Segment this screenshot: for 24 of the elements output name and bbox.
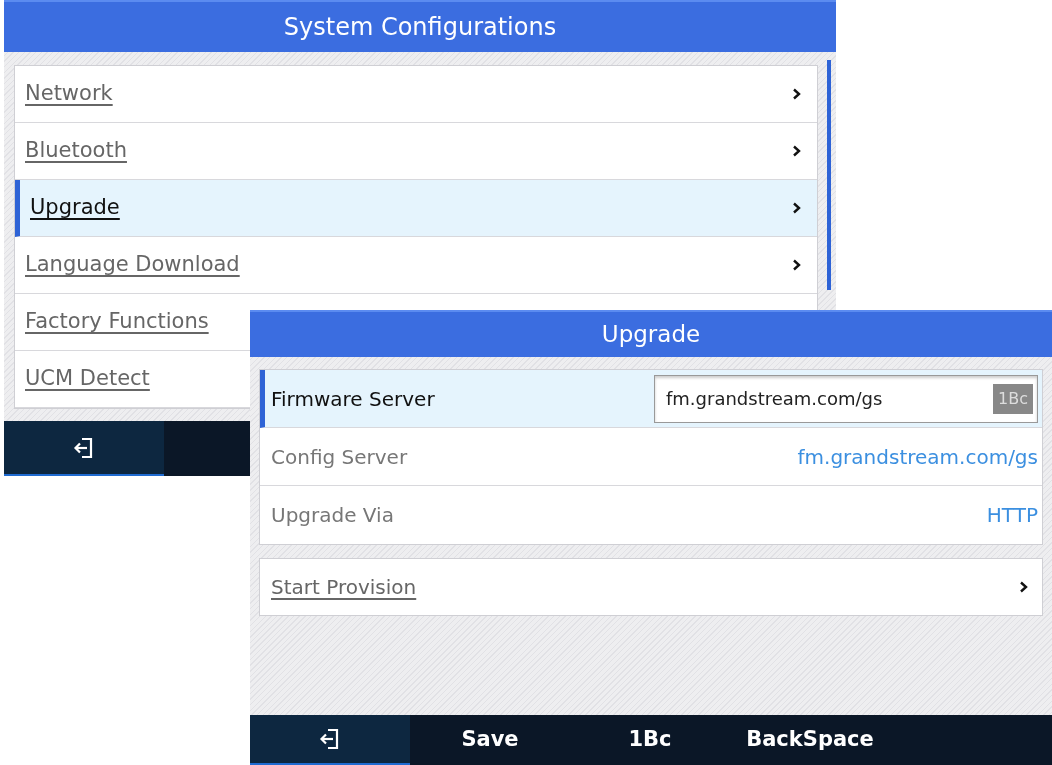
exit-icon — [73, 436, 95, 459]
input-mode-badge: 1Bc — [993, 383, 1033, 414]
menu-item[interactable]: Upgrade — [15, 180, 817, 237]
setting-row[interactable]: Firmware Server fm.grandstream.com/gs 1Bc — [260, 370, 1042, 428]
menu-item[interactable]: Network — [15, 66, 817, 123]
chevron-right-icon — [1019, 581, 1028, 593]
setting-row[interactable]: Upgrade Via HTTP — [260, 486, 1042, 544]
softkey[interactable]: 1Bc — [570, 715, 730, 765]
setting-value: fm.grandstream.com/gs — [797, 443, 1038, 471]
exit-icon — [319, 728, 341, 750]
setting-label: Config Server — [271, 443, 409, 471]
menu-item[interactable]: Start Provision — [260, 559, 1042, 615]
setting-label: Upgrade Via — [271, 502, 395, 529]
setting-label: Firmware Server — [271, 385, 436, 413]
exit-softkey[interactable] — [4, 421, 164, 476]
window-title: Upgrade — [250, 310, 1052, 357]
exit-softkey[interactable] — [250, 715, 410, 765]
softkey[interactable]: BackSpace — [730, 715, 890, 765]
window-title: System Configurations — [4, 0, 836, 52]
input-field[interactable]: fm.grandstream.com/gs 1Bc — [654, 374, 1038, 423]
setting-value: HTTP — [986, 502, 1038, 529]
setting-row[interactable]: Config Server fm.grandstream.com/gs — [260, 428, 1042, 486]
menu-item[interactable]: Language Download — [15, 237, 817, 294]
softkey[interactable]: Save — [410, 715, 570, 765]
